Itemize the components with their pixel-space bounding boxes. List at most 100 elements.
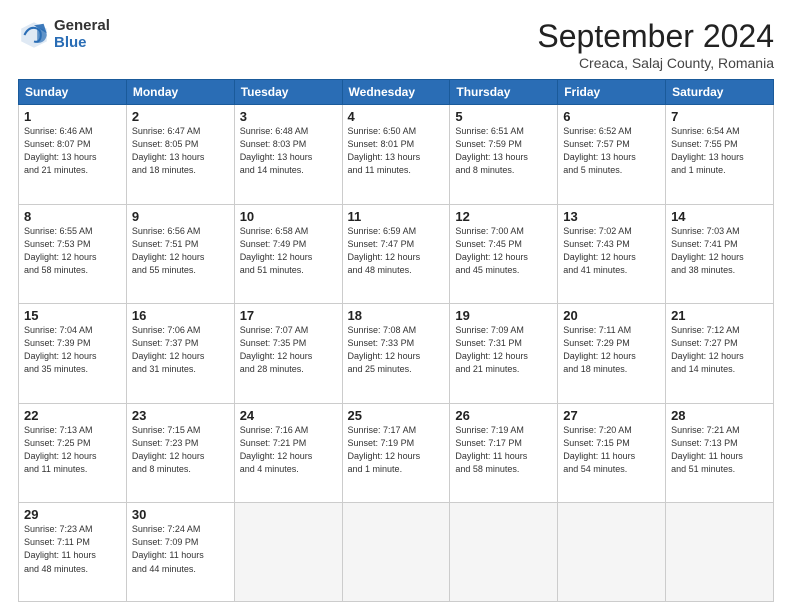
day-info: Sunrise: 7:09 AMSunset: 7:31 PMDaylight:… — [455, 324, 552, 376]
day-info: Sunrise: 7:00 AMSunset: 7:45 PMDaylight:… — [455, 225, 552, 277]
day-number: 14 — [671, 209, 768, 224]
table-row: 7Sunrise: 6:54 AMSunset: 7:55 PMDaylight… — [666, 105, 774, 205]
table-row: 4Sunrise: 6:50 AMSunset: 8:01 PMDaylight… — [342, 105, 450, 205]
table-row: 5Sunrise: 6:51 AMSunset: 7:59 PMDaylight… — [450, 105, 558, 205]
day-info: Sunrise: 6:46 AMSunset: 8:07 PMDaylight:… — [24, 125, 121, 177]
day-info: Sunrise: 6:48 AMSunset: 8:03 PMDaylight:… — [240, 125, 337, 177]
day-number: 27 — [563, 408, 660, 423]
day-info: Sunrise: 7:23 AMSunset: 7:11 PMDaylight:… — [24, 523, 121, 575]
day-number: 9 — [132, 209, 229, 224]
day-info: Sunrise: 6:52 AMSunset: 7:57 PMDaylight:… — [563, 125, 660, 177]
day-number: 5 — [455, 109, 552, 124]
table-row: 26Sunrise: 7:19 AMSunset: 7:17 PMDayligh… — [450, 403, 558, 503]
day-number: 17 — [240, 308, 337, 323]
day-number: 23 — [132, 408, 229, 423]
table-row: 2Sunrise: 6:47 AMSunset: 8:05 PMDaylight… — [126, 105, 234, 205]
table-row: 3Sunrise: 6:48 AMSunset: 8:03 PMDaylight… — [234, 105, 342, 205]
day-number: 12 — [455, 209, 552, 224]
day-number: 19 — [455, 308, 552, 323]
day-info: Sunrise: 7:02 AMSunset: 7:43 PMDaylight:… — [563, 225, 660, 277]
calendar-table: Sunday Monday Tuesday Wednesday Thursday… — [18, 79, 774, 602]
day-number: 1 — [24, 109, 121, 124]
header: General Blue September 2024 Creaca, Sala… — [18, 18, 774, 71]
table-row: 27Sunrise: 7:20 AMSunset: 7:15 PMDayligh… — [558, 403, 666, 503]
table-row — [342, 503, 450, 602]
table-row: 29Sunrise: 7:23 AMSunset: 7:11 PMDayligh… — [19, 503, 127, 602]
day-info: Sunrise: 7:21 AMSunset: 7:13 PMDaylight:… — [671, 424, 768, 476]
day-info: Sunrise: 6:56 AMSunset: 7:51 PMDaylight:… — [132, 225, 229, 277]
col-thursday: Thursday — [450, 80, 558, 105]
day-number: 20 — [563, 308, 660, 323]
day-number: 29 — [24, 507, 121, 522]
day-info: Sunrise: 6:58 AMSunset: 7:49 PMDaylight:… — [240, 225, 337, 277]
day-info: Sunrise: 6:55 AMSunset: 7:53 PMDaylight:… — [24, 225, 121, 277]
logo-general: General — [54, 18, 110, 35]
table-row: 19Sunrise: 7:09 AMSunset: 7:31 PMDayligh… — [450, 304, 558, 404]
day-number: 16 — [132, 308, 229, 323]
table-row: 12Sunrise: 7:00 AMSunset: 7:45 PMDayligh… — [450, 204, 558, 304]
day-number: 10 — [240, 209, 337, 224]
col-monday: Monday — [126, 80, 234, 105]
day-number: 15 — [24, 308, 121, 323]
table-row: 10Sunrise: 6:58 AMSunset: 7:49 PMDayligh… — [234, 204, 342, 304]
day-info: Sunrise: 6:50 AMSunset: 8:01 PMDaylight:… — [348, 125, 445, 177]
day-number: 4 — [348, 109, 445, 124]
table-row: 8Sunrise: 6:55 AMSunset: 7:53 PMDaylight… — [19, 204, 127, 304]
table-row: 15Sunrise: 7:04 AMSunset: 7:39 PMDayligh… — [19, 304, 127, 404]
table-row: 17Sunrise: 7:07 AMSunset: 7:35 PMDayligh… — [234, 304, 342, 404]
day-info: Sunrise: 6:47 AMSunset: 8:05 PMDaylight:… — [132, 125, 229, 177]
day-info: Sunrise: 7:17 AMSunset: 7:19 PMDaylight:… — [348, 424, 445, 476]
day-number: 13 — [563, 209, 660, 224]
day-info: Sunrise: 6:59 AMSunset: 7:47 PMDaylight:… — [348, 225, 445, 277]
logo-text: General Blue — [54, 18, 110, 51]
day-number: 24 — [240, 408, 337, 423]
table-row: 21Sunrise: 7:12 AMSunset: 7:27 PMDayligh… — [666, 304, 774, 404]
day-info: Sunrise: 7:11 AMSunset: 7:29 PMDaylight:… — [563, 324, 660, 376]
day-info: Sunrise: 7:20 AMSunset: 7:15 PMDaylight:… — [563, 424, 660, 476]
day-info: Sunrise: 7:07 AMSunset: 7:35 PMDaylight:… — [240, 324, 337, 376]
table-row: 9Sunrise: 6:56 AMSunset: 7:51 PMDaylight… — [126, 204, 234, 304]
day-number: 25 — [348, 408, 445, 423]
logo-icon — [18, 19, 50, 51]
day-info: Sunrise: 7:12 AMSunset: 7:27 PMDaylight:… — [671, 324, 768, 376]
day-info: Sunrise: 7:24 AMSunset: 7:09 PMDaylight:… — [132, 523, 229, 575]
table-row: 23Sunrise: 7:15 AMSunset: 7:23 PMDayligh… — [126, 403, 234, 503]
table-row: 20Sunrise: 7:11 AMSunset: 7:29 PMDayligh… — [558, 304, 666, 404]
day-info: Sunrise: 7:04 AMSunset: 7:39 PMDaylight:… — [24, 324, 121, 376]
title-block: September 2024 Creaca, Salaj County, Rom… — [537, 18, 774, 71]
day-number: 7 — [671, 109, 768, 124]
day-info: Sunrise: 7:08 AMSunset: 7:33 PMDaylight:… — [348, 324, 445, 376]
day-info: Sunrise: 7:16 AMSunset: 7:21 PMDaylight:… — [240, 424, 337, 476]
day-number: 28 — [671, 408, 768, 423]
day-info: Sunrise: 7:19 AMSunset: 7:17 PMDaylight:… — [455, 424, 552, 476]
table-row — [450, 503, 558, 602]
table-row — [234, 503, 342, 602]
table-row — [558, 503, 666, 602]
month-title: September 2024 — [537, 18, 774, 55]
table-row: 18Sunrise: 7:08 AMSunset: 7:33 PMDayligh… — [342, 304, 450, 404]
day-number: 8 — [24, 209, 121, 224]
day-number: 11 — [348, 209, 445, 224]
day-info: Sunrise: 6:51 AMSunset: 7:59 PMDaylight:… — [455, 125, 552, 177]
col-friday: Friday — [558, 80, 666, 105]
table-row: 25Sunrise: 7:17 AMSunset: 7:19 PMDayligh… — [342, 403, 450, 503]
header-row: Sunday Monday Tuesday Wednesday Thursday… — [19, 80, 774, 105]
page: General Blue September 2024 Creaca, Sala… — [0, 0, 792, 612]
day-info: Sunrise: 7:13 AMSunset: 7:25 PMDaylight:… — [24, 424, 121, 476]
day-info: Sunrise: 6:54 AMSunset: 7:55 PMDaylight:… — [671, 125, 768, 177]
table-row: 14Sunrise: 7:03 AMSunset: 7:41 PMDayligh… — [666, 204, 774, 304]
day-number: 2 — [132, 109, 229, 124]
logo: General Blue — [18, 18, 110, 51]
table-row: 30Sunrise: 7:24 AMSunset: 7:09 PMDayligh… — [126, 503, 234, 602]
subtitle: Creaca, Salaj County, Romania — [537, 55, 774, 71]
day-info: Sunrise: 7:15 AMSunset: 7:23 PMDaylight:… — [132, 424, 229, 476]
table-row: 28Sunrise: 7:21 AMSunset: 7:13 PMDayligh… — [666, 403, 774, 503]
day-number: 6 — [563, 109, 660, 124]
table-row: 11Sunrise: 6:59 AMSunset: 7:47 PMDayligh… — [342, 204, 450, 304]
col-saturday: Saturday — [666, 80, 774, 105]
day-number: 26 — [455, 408, 552, 423]
day-number: 21 — [671, 308, 768, 323]
table-row: 16Sunrise: 7:06 AMSunset: 7:37 PMDayligh… — [126, 304, 234, 404]
table-row: 1Sunrise: 6:46 AMSunset: 8:07 PMDaylight… — [19, 105, 127, 205]
col-tuesday: Tuesday — [234, 80, 342, 105]
